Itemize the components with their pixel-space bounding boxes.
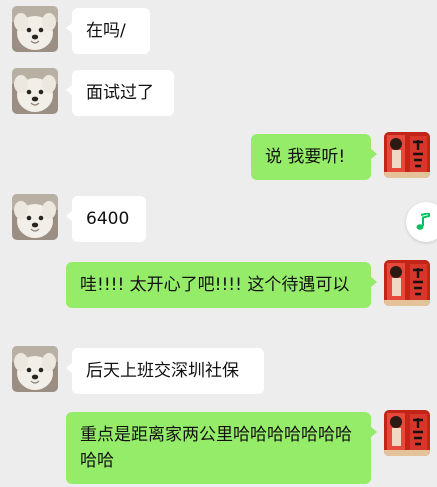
self-avatar[interactable] [384, 132, 430, 178]
message-bubble[interactable]: 在吗/ [66, 8, 150, 54]
message-bubble[interactable]: 说 我要听! [251, 134, 377, 180]
contact-avatar[interactable] [12, 194, 58, 240]
message-text: 6400 [86, 209, 130, 229]
contact-avatar[interactable] [12, 6, 58, 52]
message-text: 面试过了 [86, 83, 154, 103]
message-text: 在吗/ [86, 21, 126, 41]
music-player-button[interactable] [406, 202, 437, 242]
music-note-icon [416, 213, 430, 230]
message-text: 哇!!!! 太开心了吧!!!! 这个待遇可以 [80, 275, 350, 295]
message-bubble[interactable]: 重点是距离家两公里哈哈哈哈哈哈哈哈哈 [66, 412, 377, 484]
message-bubble[interactable]: 面试过了 [66, 70, 174, 116]
message-bubble[interactable]: 哇!!!! 太开心了吧!!!! 这个待遇可以 [66, 262, 377, 308]
message-bubble[interactable]: 后天上班交深圳社保 [66, 348, 264, 394]
message-bubble[interactable]: 6400 [66, 196, 146, 242]
contact-avatar[interactable] [12, 346, 58, 392]
message-text: 重点是距离家两公里哈哈哈哈哈哈哈哈哈 [80, 425, 352, 471]
contact-avatar[interactable] [12, 68, 58, 114]
message-text: 说 我要听! [265, 147, 346, 167]
message-text: 后天上班交深圳社保 [86, 361, 239, 381]
self-avatar[interactable] [384, 260, 430, 306]
self-avatar[interactable] [384, 410, 430, 456]
